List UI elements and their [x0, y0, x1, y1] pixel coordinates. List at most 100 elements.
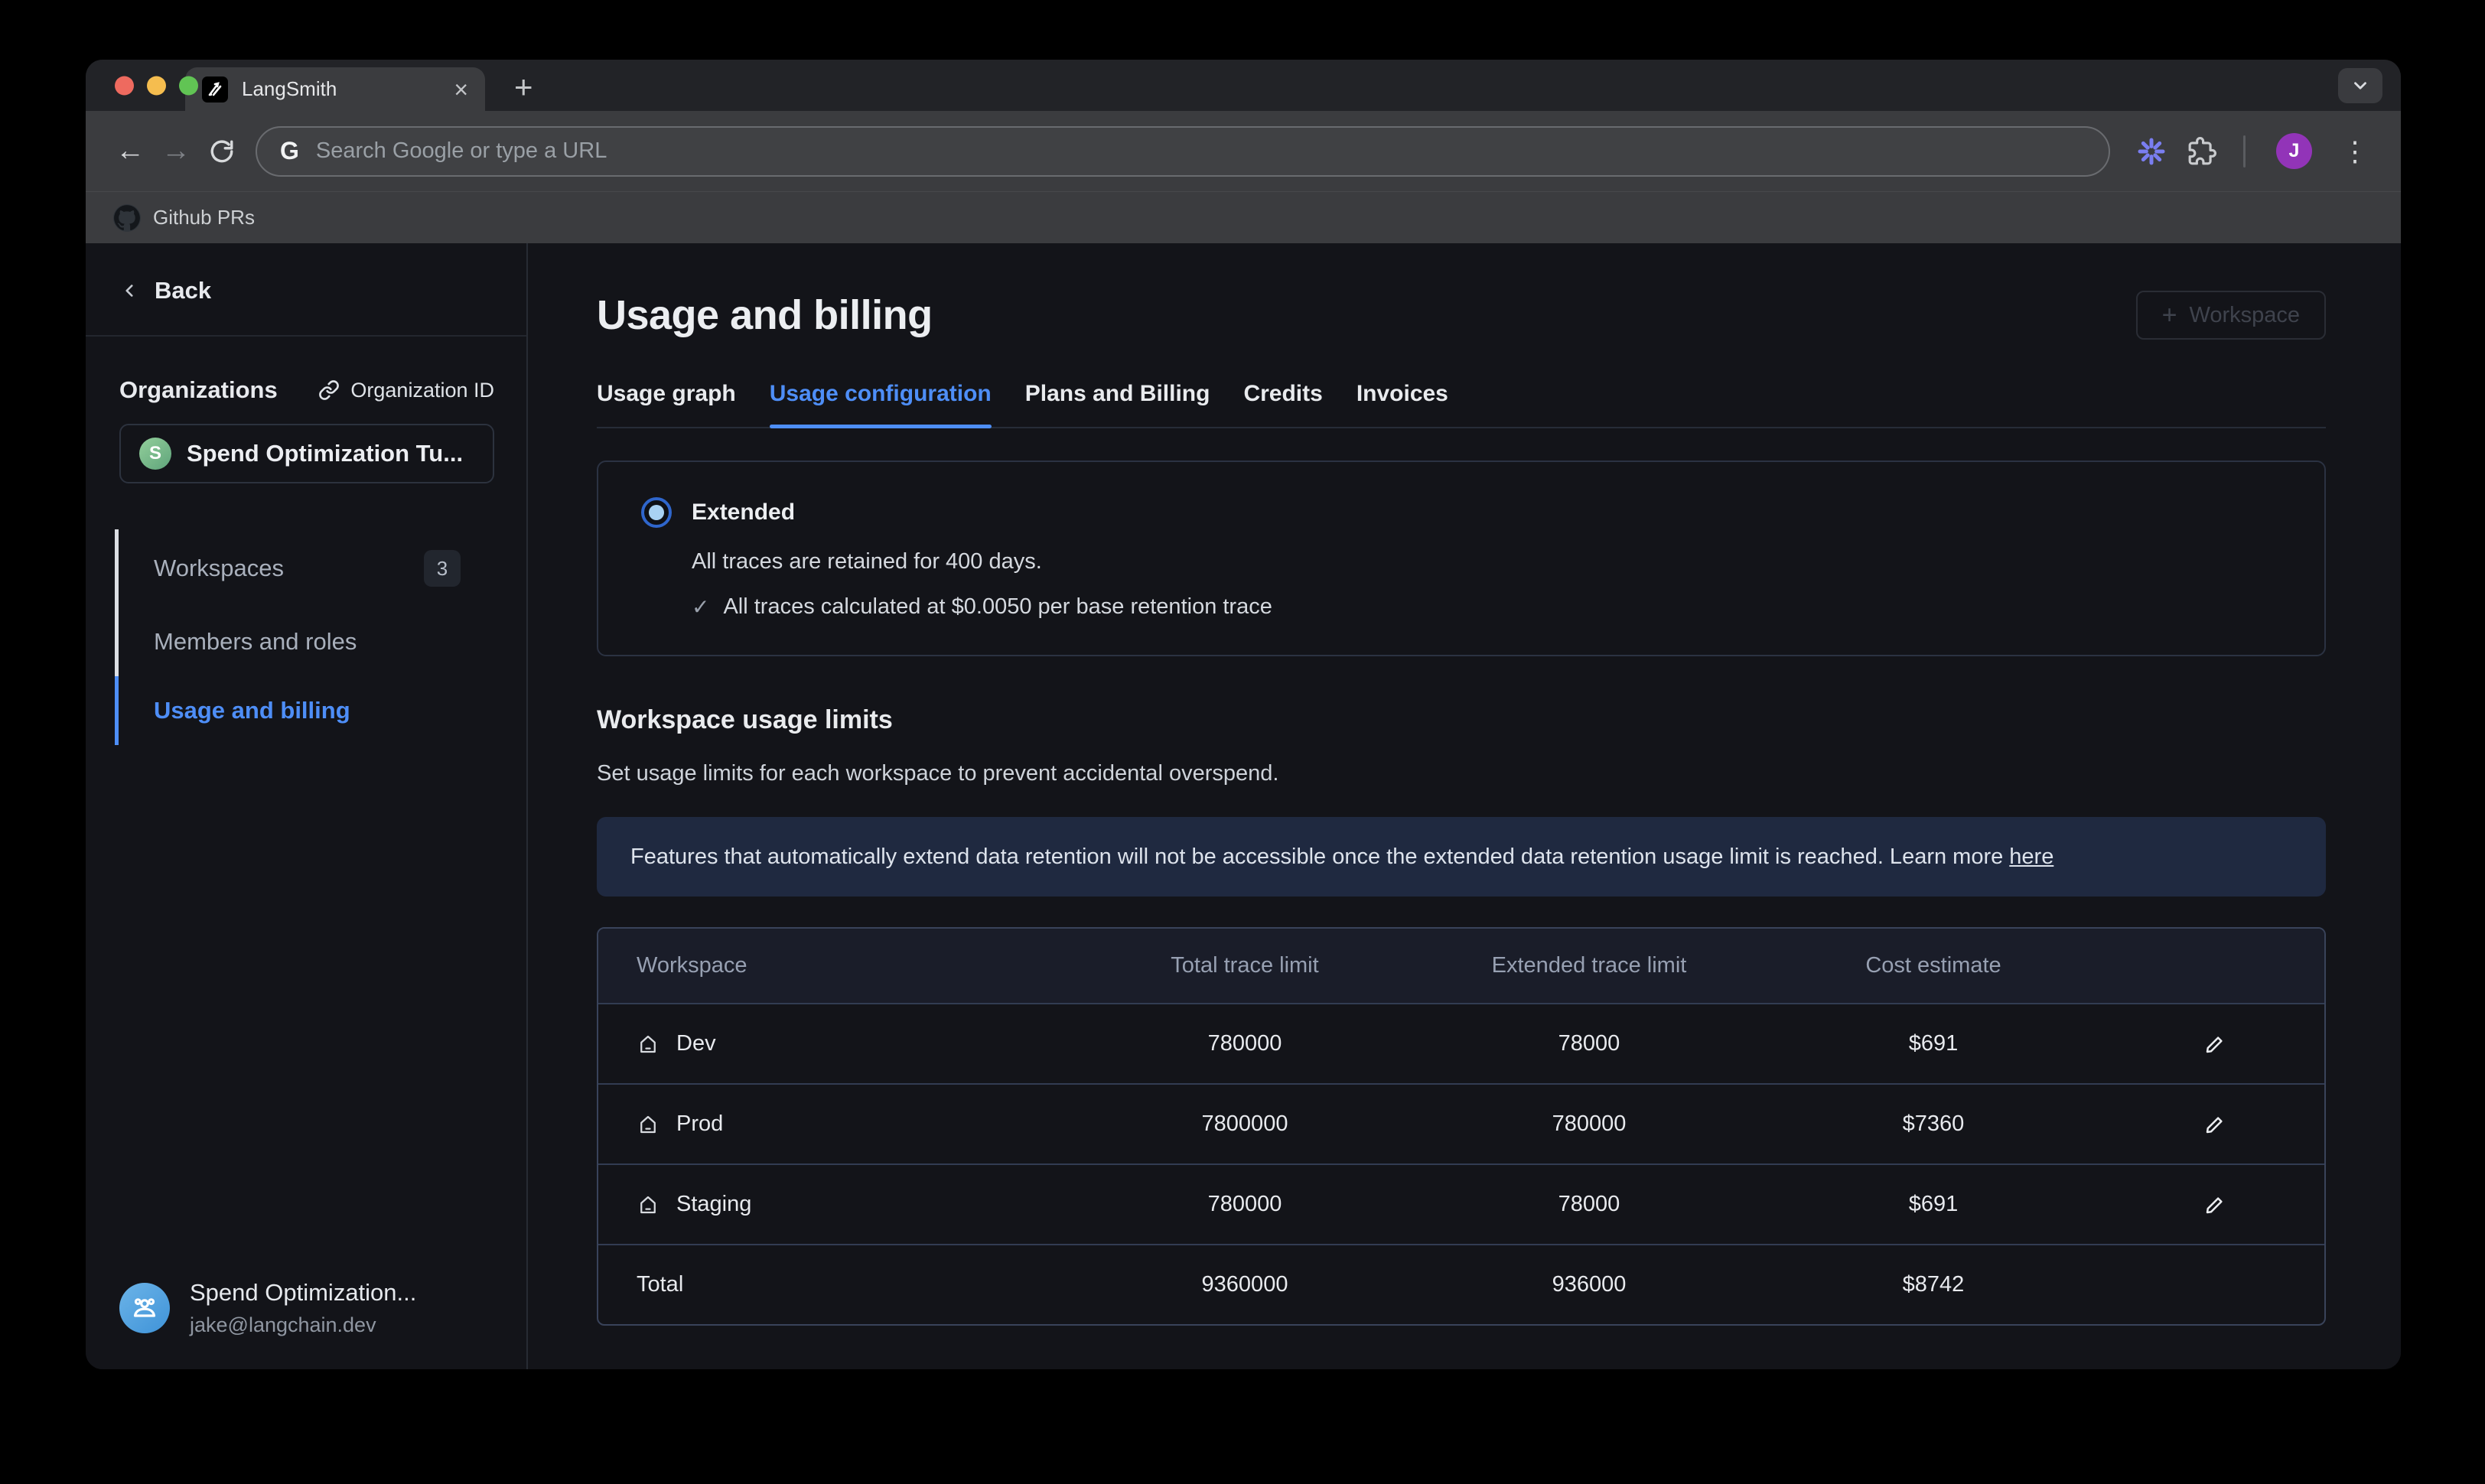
- link-icon: [318, 379, 340, 401]
- address-bar-placeholder: Search Google or type a URL: [316, 138, 607, 164]
- back-navigation-icon[interactable]: ←: [107, 129, 153, 174]
- learn-more-link[interactable]: here: [2009, 845, 2053, 869]
- table-row-staging: Staging 780000 78000 $691: [598, 1163, 2324, 1244]
- langsmith-favicon-icon: [202, 76, 228, 103]
- reload-icon[interactable]: [199, 129, 245, 174]
- extension-spark-icon[interactable]: [2130, 130, 2173, 173]
- extended-trace-limit-value: 78000: [1417, 1031, 1761, 1056]
- workspace-name: Staging: [676, 1192, 751, 1217]
- bookmarks-bar: Github PRs: [86, 191, 2401, 243]
- table-row-total: Total 9360000 936000 $8742: [598, 1244, 2324, 1324]
- check-icon: ✓: [692, 594, 709, 620]
- retention-option-card: Extended All traces are retained for 400…: [597, 460, 2326, 656]
- add-workspace-button[interactable]: + Workspace: [2136, 291, 2326, 340]
- organization-id-label: Organization ID: [350, 379, 494, 402]
- google-logo-icon: G: [280, 137, 299, 165]
- retention-option-label: Extended: [692, 500, 795, 526]
- sidebar-item-members-and-roles[interactable]: Members and roles: [115, 607, 461, 676]
- window-controls: [115, 76, 198, 95]
- browser-toolbar: ← → G Search Google or type a URL J: [86, 111, 2401, 191]
- langsmith-app: Back Organizations Organization ID S Spe…: [86, 243, 2401, 1369]
- address-bar[interactable]: G Search Google or type a URL: [256, 126, 2110, 177]
- sidebar: Back Organizations Organization ID S Spe…: [86, 243, 528, 1369]
- tab-plans-and-billing[interactable]: Plans and Billing: [1025, 381, 1210, 427]
- limits-heading: Workspace usage limits: [597, 705, 2326, 735]
- retention-description: All traces are retained for 400 days.: [692, 549, 2294, 574]
- toolbar-actions: J ⋮: [2130, 130, 2379, 173]
- organization-name: Spend Optimization Tu...: [187, 440, 463, 467]
- extended-radio[interactable]: [641, 497, 672, 528]
- tab-usage-configuration[interactable]: Usage configuration: [770, 381, 992, 427]
- chevron-down-icon: [2350, 76, 2370, 96]
- column-header-cost-estimate: Cost estimate: [1761, 953, 2106, 978]
- window-minimize-button[interactable]: [147, 76, 166, 95]
- tab-title: LangSmith: [242, 77, 440, 101]
- window-zoom-button[interactable]: [179, 76, 198, 95]
- bookmark-github-prs[interactable]: Github PRs: [153, 206, 255, 229]
- column-header-extended-trace-limit: Extended trace limit: [1417, 953, 1761, 978]
- limits-description: Set usage limits for each workspace to p…: [597, 761, 2326, 786]
- pencil-icon: [2203, 1113, 2226, 1136]
- user-profile[interactable]: Spend Optimization... jake@langchain.dev: [119, 1279, 416, 1337]
- sidebar-item-workspaces[interactable]: Workspaces 3: [115, 529, 461, 607]
- back-button[interactable]: Back: [119, 277, 526, 304]
- table-row-prod: Prod 7800000 780000 $7360: [598, 1083, 2324, 1163]
- browser-tab-langsmith[interactable]: LangSmith ×: [185, 67, 485, 111]
- sidebar-divider: [86, 335, 526, 337]
- people-icon: [129, 1293, 160, 1323]
- browser-window: LangSmith × + ← → G Search Google or typ…: [86, 60, 2401, 1369]
- sidebar-item-label: Usage and billing: [154, 697, 350, 724]
- forward-navigation-icon[interactable]: →: [153, 129, 199, 174]
- extensions-puzzle-icon[interactable]: [2180, 130, 2223, 173]
- github-icon: [113, 204, 141, 232]
- cost-estimate-value: $691: [1761, 1031, 2106, 1056]
- workspace-home-icon: [637, 1193, 660, 1216]
- table-row-dev: Dev 780000 78000 $691: [598, 1003, 2324, 1083]
- tab-search-button[interactable]: [2338, 68, 2382, 103]
- back-label: Back: [155, 277, 211, 304]
- edit-limit-button[interactable]: [2197, 1187, 2233, 1222]
- toolbar-separator: [2243, 135, 2246, 168]
- organization-avatar: S: [139, 438, 171, 470]
- sidebar-item-label: Members and roles: [154, 628, 357, 656]
- browser-tabstrip: LangSmith × +: [86, 60, 2401, 111]
- extended-trace-limit-value: 78000: [1417, 1192, 1761, 1217]
- organizations-label: Organizations: [119, 376, 278, 404]
- organization-selector[interactable]: S Spend Optimization Tu...: [119, 424, 494, 483]
- radio-dot: [649, 505, 664, 520]
- page-title: Usage and billing: [597, 291, 933, 339]
- plus-icon: +: [2162, 302, 2177, 328]
- workspace-home-icon: [637, 1113, 660, 1136]
- organizations-header: Organizations Organization ID: [119, 376, 494, 404]
- workspace-name: Prod: [676, 1111, 723, 1137]
- tab-invoices[interactable]: Invoices: [1356, 381, 1448, 427]
- total-trace-limit-value: 780000: [1073, 1192, 1417, 1217]
- retention-bullet: All traces calculated at $0.0050 per bas…: [723, 594, 1272, 620]
- total-trace-limit-value: 7800000: [1073, 1111, 1417, 1137]
- tab-close-icon[interactable]: ×: [454, 77, 468, 102]
- cost-estimate-value: $7360: [1761, 1111, 2106, 1137]
- edit-limit-button[interactable]: [2197, 1027, 2233, 1062]
- team-avatar: [119, 1283, 170, 1333]
- total-trace-limit-sum: 9360000: [1073, 1272, 1417, 1297]
- new-tab-button[interactable]: +: [514, 68, 533, 103]
- workspaces-count-badge: 3: [424, 550, 461, 587]
- edit-limit-button[interactable]: [2197, 1107, 2233, 1142]
- tab-usage-graph[interactable]: Usage graph: [597, 381, 736, 427]
- profile-avatar[interactable]: J: [2276, 133, 2312, 169]
- total-trace-limit-value: 780000: [1073, 1031, 1417, 1056]
- pencil-icon: [2203, 1193, 2226, 1216]
- sidebar-item-usage-and-billing[interactable]: Usage and billing: [115, 676, 461, 745]
- column-header-workspace: Workspace: [598, 953, 1073, 978]
- total-row-label: Total: [637, 1272, 683, 1297]
- banner-text: Features that automatically extend data …: [630, 845, 2009, 869]
- cost-estimate-value: $691: [1761, 1192, 2106, 1217]
- browser-menu-icon[interactable]: ⋮: [2330, 135, 2379, 168]
- billing-tabs: Usage graph Usage configuration Plans an…: [597, 381, 2326, 428]
- column-header-total-trace-limit: Total trace limit: [1073, 953, 1417, 978]
- organization-id-link[interactable]: Organization ID: [318, 379, 494, 402]
- window-close-button[interactable]: [115, 76, 134, 95]
- user-name: Spend Optimization...: [190, 1279, 416, 1307]
- tab-credits[interactable]: Credits: [1243, 381, 1322, 427]
- pencil-icon: [2203, 1033, 2226, 1056]
